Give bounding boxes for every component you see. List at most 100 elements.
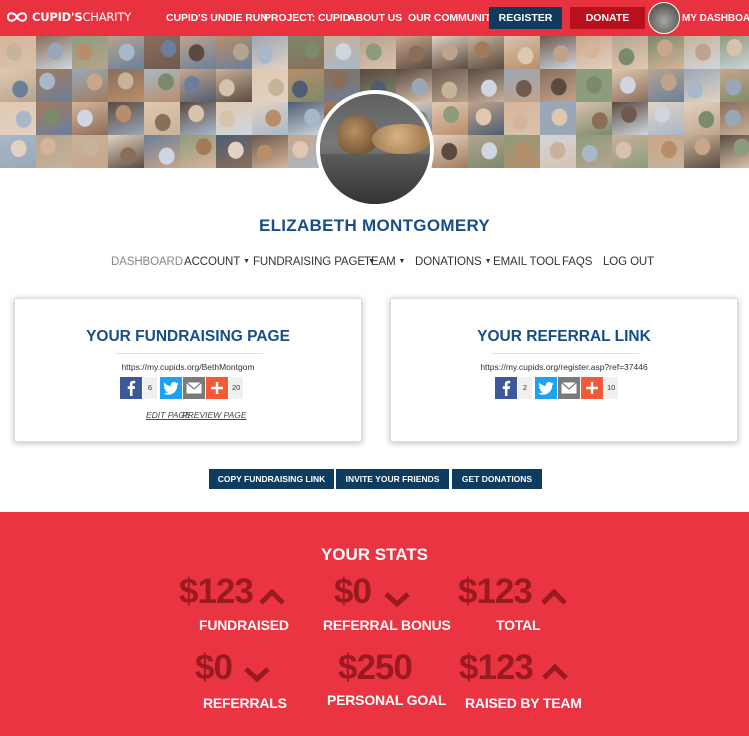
subnav-dashboard[interactable]: DASHBOARD <box>111 256 183 268</box>
nav-link-project-cupid[interactable]: PROJECT: CUPID <box>264 12 350 24</box>
mosaic-photo-tile <box>540 69 576 102</box>
mosaic-photo-tile <box>36 69 72 102</box>
mosaic-photo-tile <box>648 69 684 102</box>
subnav-team[interactable]: TEAM ▼ <box>364 256 405 268</box>
mosaic-photo-tile <box>468 36 504 69</box>
mosaic-photo-tile <box>180 36 216 69</box>
subnav-log-out[interactable]: LOG OUT <box>603 256 654 268</box>
mosaic-photo-tile <box>432 69 468 102</box>
stats-title: YOUR STATS <box>320 545 429 564</box>
subnav-faqs[interactable]: FAQS <box>562 256 592 268</box>
mosaic-photo-tile <box>684 69 720 102</box>
preview-page-link[interactable]: PREVIEW PAGE <box>182 410 247 420</box>
mosaic-photo-tile <box>684 36 720 69</box>
mosaic-photo-tile <box>648 135 684 168</box>
avatar[interactable] <box>648 2 680 34</box>
invite-friends-button[interactable]: INVITE YOUR FRIENDS <box>336 469 449 489</box>
mosaic-photo-tile <box>504 102 540 135</box>
cupids-charity-logo[interactable]: CUPID'SCHARITY <box>6 10 131 24</box>
copy-fundraising-link-button[interactable]: COPY FUNDRAISING LINK <box>209 469 334 489</box>
referral-url[interactable]: https://my.cupids.org/register.asp?ref=3… <box>391 362 737 372</box>
stat-raised-by-team-value: $123 <box>459 648 534 687</box>
mosaic-photo-tile <box>36 36 72 69</box>
mosaic-photo-tile <box>504 36 540 69</box>
mosaic-photo-tile <box>216 36 252 69</box>
donate-button[interactable]: DONATE <box>570 7 645 29</box>
more-share-button[interactable] <box>581 377 603 399</box>
user-name: ELIZABETH MONTGOMERY <box>258 216 491 235</box>
mosaic-photo-tile <box>36 102 72 135</box>
stat-total-value: $123 <box>458 572 533 611</box>
chevron-up-icon <box>541 589 567 605</box>
mosaic-photo-tile <box>432 36 468 69</box>
facebook-share-count: 2 <box>518 377 532 399</box>
mosaic-photo-tile <box>612 102 648 135</box>
mosaic-photo-tile <box>648 102 684 135</box>
mosaic-photo-tile <box>468 102 504 135</box>
stat-referral-bonus-value: $0 <box>334 572 372 611</box>
email-share-button[interactable] <box>183 377 205 399</box>
mosaic-photo-tile <box>432 102 468 135</box>
mosaic-photo-tile <box>720 102 749 135</box>
divider <box>115 353 263 354</box>
stat-referral-bonus-label: REFERRAL BONUS <box>323 617 451 633</box>
register-button[interactable]: REGISTER <box>489 7 562 29</box>
fundraising-url[interactable]: https://my.cupids.org/BethMontgom <box>15 362 361 372</box>
stat-referrals-value: $0 <box>195 648 233 687</box>
mosaic-photo-tile <box>288 69 324 102</box>
nav-link-undie-run[interactable]: CUPID'S UNDIE RUN <box>166 12 268 24</box>
mosaic-photo-tile <box>576 135 612 168</box>
nav-link-about-us[interactable]: ABOUT US <box>348 12 402 24</box>
stat-raised-by-team-label: RAISED BY TEAM <box>465 695 582 711</box>
mosaic-photo-tile <box>540 102 576 135</box>
facebook-share-button[interactable] <box>120 377 142 399</box>
mosaic-photo-tile <box>288 36 324 69</box>
facebook-share-button[interactable] <box>495 377 517 399</box>
email-icon <box>186 382 202 394</box>
mosaic-photo-tile <box>504 135 540 168</box>
mosaic-photo-tile <box>216 102 252 135</box>
mosaic-photo-tile <box>180 135 216 168</box>
caret-down-icon: ▼ <box>484 258 492 265</box>
twitter-share-button[interactable] <box>160 377 182 399</box>
mosaic-photo-tile <box>396 36 432 69</box>
mosaic-photo-tile <box>252 36 288 69</box>
more-share-button[interactable] <box>206 377 228 399</box>
mosaic-photo-tile <box>0 69 36 102</box>
mosaic-photo-tile <box>252 69 288 102</box>
chevron-up-icon <box>542 664 568 680</box>
mosaic-photo-tile <box>648 36 684 69</box>
subnav-donations[interactable]: DONATIONS ▼ <box>415 256 492 268</box>
mosaic-photo-tile <box>108 69 144 102</box>
mosaic-photo-tile <box>720 135 749 168</box>
stat-total-label: TOTAL <box>496 617 541 633</box>
subnav-account[interactable]: ACCOUNT ▼ <box>184 256 250 268</box>
mosaic-photo-tile <box>0 102 36 135</box>
total-share-count: 10 <box>604 377 619 399</box>
subnav-fundraising-page[interactable]: FUNDRAISING PAGE ▼ <box>253 256 375 268</box>
facebook-icon <box>502 380 511 396</box>
mosaic-photo-tile <box>216 69 252 102</box>
infinity-heart-icon <box>6 12 28 22</box>
email-icon <box>561 382 577 394</box>
nav-link-our-community[interactable]: OUR COMMUNITY <box>408 12 498 24</box>
mosaic-photo-tile <box>612 36 648 69</box>
get-donations-button[interactable]: GET DONATIONS <box>452 469 542 489</box>
stat-referrals-label: REFERRALS <box>203 695 287 711</box>
mosaic-photo-tile <box>468 135 504 168</box>
twitter-icon <box>163 381 179 395</box>
stat-personal-goal-value: $250 <box>338 648 413 687</box>
subnav-email-tool[interactable]: EMAIL TOOL <box>493 256 560 268</box>
facebook-icon <box>127 380 136 396</box>
mosaic-photo-tile <box>144 36 180 69</box>
my-dashboard-link[interactable]: MY DASHBOARD <box>682 13 749 24</box>
mosaic-photo-tile <box>576 69 612 102</box>
mosaic-photo-tile <box>576 36 612 69</box>
mosaic-photo-tile <box>612 135 648 168</box>
email-share-button[interactable] <box>558 377 580 399</box>
mosaic-photo-tile <box>0 135 36 168</box>
twitter-share-button[interactable] <box>535 377 557 399</box>
mosaic-photo-tile <box>432 135 468 168</box>
mosaic-photo-tile <box>684 102 720 135</box>
mosaic-photo-tile <box>360 36 396 69</box>
